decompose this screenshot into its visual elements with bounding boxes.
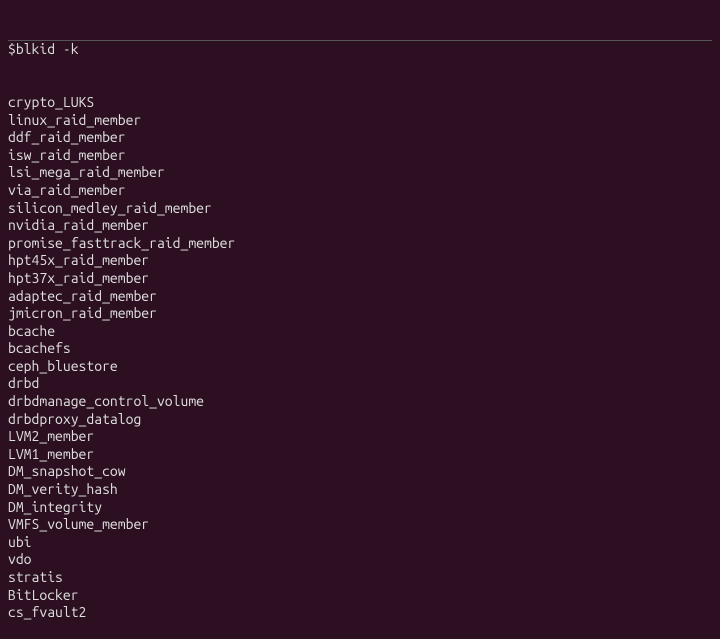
output-line: linux_raid_member <box>8 112 712 130</box>
output-line: DM_verity_hash <box>8 481 712 499</box>
output-line: isw_raid_member <box>8 147 712 165</box>
output-line: silicon_medley_raid_member <box>8 200 712 218</box>
output-line: cs_fvault2 <box>8 604 712 622</box>
output-line: lsi_mega_raid_member <box>8 164 712 182</box>
terminal-output[interactable]: $blkid -k crypto_LUKSlinux_raid_memberdd… <box>8 5 712 639</box>
output-line: jmicron_raid_member <box>8 305 712 323</box>
output-line: ceph_bluestore <box>8 358 712 376</box>
output-line: drbdmanage_control_volume <box>8 393 712 411</box>
output-line: crypto_LUKS <box>8 94 712 112</box>
output-line: drbd <box>8 375 712 393</box>
output-line: hpt37x_raid_member <box>8 270 712 288</box>
output-line: adaptec_raid_member <box>8 288 712 306</box>
command-line: $blkid -k <box>8 40 712 59</box>
output-line: LVM1_member <box>8 446 712 464</box>
output-line: ubi <box>8 534 712 552</box>
output-line: ddf_raid_member <box>8 129 712 147</box>
output-line: DM_integrity <box>8 499 712 517</box>
output-line: bcachefs <box>8 340 712 358</box>
output-line: drbdproxy_datalog <box>8 411 712 429</box>
output-line: hpt45x_raid_member <box>8 252 712 270</box>
output-line: BitLocker <box>8 587 712 605</box>
output-container: crypto_LUKSlinux_raid_memberddf_raid_mem… <box>8 94 712 622</box>
output-line: stratis <box>8 569 712 587</box>
output-line: DM_snapshot_cow <box>8 463 712 481</box>
output-line: vdo <box>8 551 712 569</box>
output-line: via_raid_member <box>8 182 712 200</box>
output-line: bcache <box>8 323 712 341</box>
output-line: promise_fasttrack_raid_member <box>8 235 712 253</box>
output-line: VMFS_volume_member <box>8 516 712 534</box>
output-line: LVM2_member <box>8 428 712 446</box>
output-line: nvidia_raid_member <box>8 217 712 235</box>
